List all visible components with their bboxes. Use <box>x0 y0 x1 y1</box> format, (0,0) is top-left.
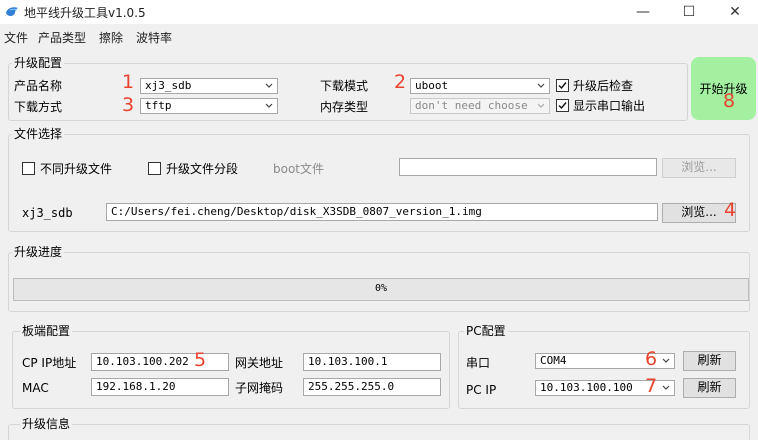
upgrade-info-group <box>8 424 750 440</box>
pc-ip-value: 10.103.100.100 <box>540 381 633 394</box>
serial-port-label: 串口 <box>466 356 491 370</box>
marker-4: 4 <box>724 199 737 221</box>
menu-erase[interactable]: 擦除 <box>99 29 123 46</box>
mac-input[interactable]: 192.168.1.20 <box>91 378 229 396</box>
mac-label: MAC <box>22 381 49 395</box>
marker-7: 7 <box>645 375 658 397</box>
subnet-label: 子网掩码 <box>235 381 284 395</box>
marker-6: 6 <box>645 348 658 370</box>
close-button[interactable]: ✕ <box>712 0 758 24</box>
menu-baud-rate[interactable]: 波特率 <box>136 29 172 46</box>
file-segment-checkbox[interactable] <box>148 162 161 175</box>
boot-file-label: boot文件 <box>273 162 325 176</box>
diff-upgrade-files-checkbox[interactable] <box>22 162 35 175</box>
checkmark-icon <box>558 82 567 90</box>
show-serial-output-label: 显示串口输出 <box>573 99 646 113</box>
chevron-down-icon <box>662 385 670 390</box>
cp-ip-label: CP IP地址 <box>22 356 77 370</box>
check-after-upgrade-checkbox[interactable] <box>556 79 569 92</box>
diff-upgrade-files-label: 不同升级文件 <box>40 162 113 176</box>
boot-file-input[interactable] <box>399 158 657 176</box>
refresh-pc-ip-button[interactable]: 刷新 <box>683 378 736 398</box>
chevron-down-icon <box>265 83 273 88</box>
chevron-down-icon <box>265 103 273 108</box>
file-segment-label: 升级文件分段 <box>166 162 239 176</box>
image-file-label: xj3_sdb <box>22 206 73 220</box>
menu-product-type[interactable]: 产品类型 <box>38 29 86 46</box>
show-serial-output-checkbox[interactable] <box>556 99 569 112</box>
subnet-input[interactable]: 255.255.255.0 <box>303 378 441 396</box>
menu-file[interactable]: 文件 <box>4 29 28 46</box>
pc-ip-label: PC IP <box>466 383 497 397</box>
memory-type-select[interactable]: don't need choose <box>410 98 550 114</box>
window-title: 地平线升级工具v1.0.5 <box>24 6 146 20</box>
cp-ip-input[interactable]: 10.103.100.202 <box>91 353 229 371</box>
memory-type-value: don't need choose <box>415 99 528 112</box>
check-after-upgrade-label: 升级后检查 <box>573 79 634 93</box>
progress-title: 升级进度 <box>12 245 65 259</box>
download-method-label: 下载方式 <box>14 100 63 114</box>
chevron-down-icon <box>662 358 670 363</box>
download-mode-select[interactable]: uboot <box>410 78 550 94</box>
gateway-label: 网关地址 <box>235 356 284 370</box>
product-name-value: xj3_sdb <box>145 79 192 92</box>
board-config-title: 板端配置 <box>20 324 73 338</box>
marker-1: 1 <box>122 71 135 93</box>
download-method-select[interactable]: tftp <box>140 98 278 114</box>
maximize-button[interactable]: ☐ <box>666 0 712 24</box>
download-method-value: tftp <box>145 99 172 112</box>
marker-8: 8 <box>723 90 736 112</box>
image-file-path-input[interactable]: C:/Users/fei.cheng/Desktop/disk_X3SDB_08… <box>106 203 658 221</box>
menu-bar: 文件 产品类型 擦除 波特率 <box>0 26 758 46</box>
app-bird-icon <box>4 4 20 20</box>
checkmark-icon <box>558 102 567 110</box>
marker-5: 5 <box>194 349 207 371</box>
refresh-serial-button[interactable]: 刷新 <box>683 351 736 371</box>
product-name-label: 产品名称 <box>14 79 63 93</box>
product-name-select[interactable]: xj3_sdb <box>140 78 278 94</box>
browse-boot-button[interactable]: 浏览... <box>662 158 736 178</box>
upgrade-info-title: 升级信息 <box>20 417 73 431</box>
upgrade-config-title: 升级配置 <box>12 56 65 70</box>
file-select-title: 文件选择 <box>12 127 65 141</box>
upgrade-progress-bar: 0% <box>13 278 749 301</box>
download-mode-value: uboot <box>415 79 449 92</box>
memory-type-label: 内存类型 <box>320 100 369 114</box>
chevron-down-icon <box>537 83 545 88</box>
marker-3: 3 <box>122 94 135 116</box>
title-bar: 地平线升级工具v1.0.5 — ☐ ✕ <box>0 0 758 24</box>
marker-2: 2 <box>394 71 407 93</box>
gateway-input[interactable]: 10.103.100.1 <box>303 353 441 371</box>
download-mode-label: 下载模式 <box>320 79 369 93</box>
minimize-button[interactable]: — <box>620 0 666 24</box>
pc-config-title: PC配置 <box>464 324 508 338</box>
serial-port-value: COM4 <box>540 354 567 367</box>
progress-percent-text: 0% <box>374 283 388 294</box>
chevron-down-icon <box>537 103 545 108</box>
